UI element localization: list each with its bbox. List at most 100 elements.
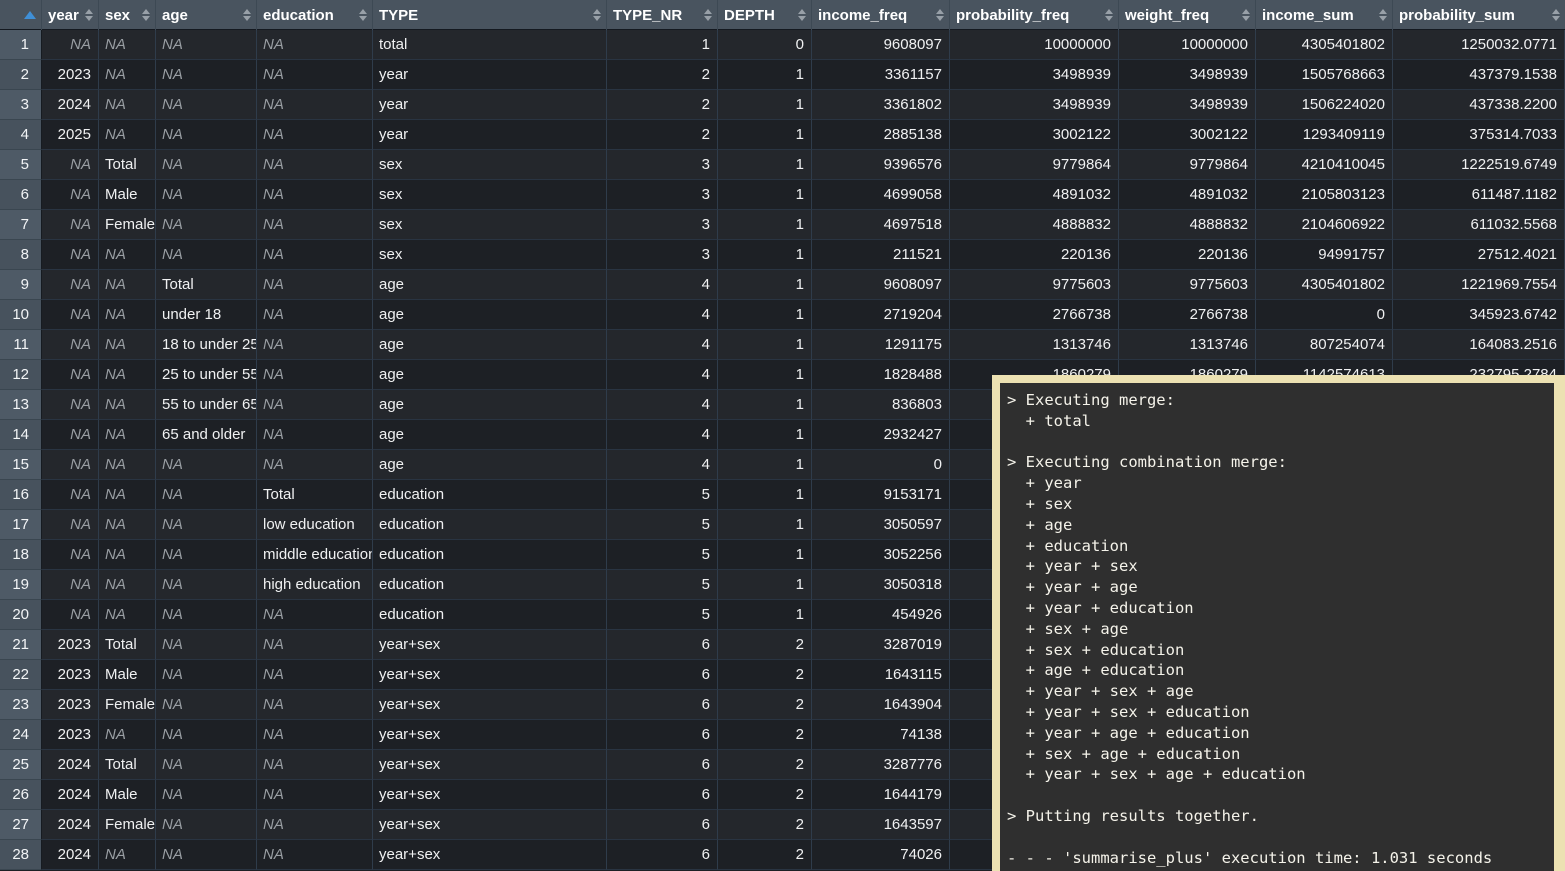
- sort-toggle-icon[interactable]: [85, 9, 93, 21]
- cell-age: NA: [156, 240, 257, 270]
- cell-income_sum: 4305401802: [1256, 30, 1393, 60]
- sort-toggle-icon[interactable]: [593, 9, 601, 21]
- sort-toggle-icon[interactable]: [1105, 9, 1113, 21]
- row-number: 19: [0, 570, 42, 600]
- cell-probability_sum: 437379.1538: [1393, 60, 1565, 90]
- sort-toggle-icon[interactable]: [359, 9, 367, 21]
- row-number: 1: [0, 30, 42, 60]
- row-number: 9: [0, 270, 42, 300]
- cell-year: 2023: [42, 60, 99, 90]
- cell-year: 2023: [42, 630, 99, 660]
- column-header-education[interactable]: education: [257, 0, 373, 30]
- sort-toggle-icon[interactable]: [142, 9, 150, 21]
- sort-down-arrow: [1552, 16, 1560, 21]
- cell-income_freq: 9608097: [812, 270, 950, 300]
- cell-DEPTH: 2: [718, 840, 812, 870]
- row-number: 11: [0, 330, 42, 360]
- cell-TYPE_NR: 4: [607, 390, 718, 420]
- column-header-age[interactable]: age: [156, 0, 257, 30]
- cell-sex: NA: [99, 600, 156, 630]
- cell-education: NA: [257, 630, 373, 660]
- cell-income_freq: 3052256: [812, 540, 950, 570]
- cell-year: 2024: [42, 90, 99, 120]
- cell-weight_freq: 10000000: [1119, 30, 1256, 60]
- cell-DEPTH: 1: [718, 150, 812, 180]
- cell-education: NA: [257, 330, 373, 360]
- cell-sex: Female: [99, 210, 156, 240]
- cell-DEPTH: 2: [718, 660, 812, 690]
- cell-TYPE_NR: 6: [607, 780, 718, 810]
- sort-toggle-icon[interactable]: [243, 9, 251, 21]
- cell-DEPTH: 1: [718, 450, 812, 480]
- column-header-income_sum[interactable]: income_sum: [1256, 0, 1393, 30]
- cell-income_sum: 1506224020: [1256, 90, 1393, 120]
- column-header-TYPE[interactable]: TYPE: [373, 0, 607, 30]
- cell-age: NA: [156, 480, 257, 510]
- cell-year: 2024: [42, 780, 99, 810]
- column-header-label: weight_freq: [1125, 7, 1209, 24]
- cell-income_sum: 94991757: [1256, 240, 1393, 270]
- sort-down-arrow: [85, 16, 93, 21]
- column-header-year[interactable]: year: [42, 0, 99, 30]
- cell-income_sum: 4210410045: [1256, 150, 1393, 180]
- cell-DEPTH: 1: [718, 300, 812, 330]
- sort-toggle-icon[interactable]: [936, 9, 944, 21]
- column-header-TYPE_NR[interactable]: TYPE_NR: [607, 0, 718, 30]
- cell-education: high education: [257, 570, 373, 600]
- column-header-rownum[interactable]: [0, 0, 42, 30]
- cell-TYPE_NR: 5: [607, 510, 718, 540]
- cell-education: NA: [257, 120, 373, 150]
- cell-DEPTH: 1: [718, 420, 812, 450]
- sort-toggle-icon[interactable]: [1552, 9, 1560, 21]
- cell-DEPTH: 1: [718, 540, 812, 570]
- row-number: 3: [0, 90, 42, 120]
- cell-income_sum: 0: [1256, 300, 1393, 330]
- cell-education: NA: [257, 690, 373, 720]
- cell-year: NA: [42, 600, 99, 630]
- sort-toggle-icon[interactable]: [798, 9, 806, 21]
- cell-DEPTH: 1: [718, 90, 812, 120]
- sort-ascending-icon[interactable]: [24, 11, 36, 19]
- table-row: 32024NANANAyear2133618023498939349893915…: [0, 90, 1565, 120]
- cell-education: NA: [257, 30, 373, 60]
- cell-age: NA: [156, 780, 257, 810]
- cell-income_freq: 2932427: [812, 420, 950, 450]
- sort-toggle-icon[interactable]: [704, 9, 712, 21]
- column-header-income_freq[interactable]: income_freq: [812, 0, 950, 30]
- cell-TYPE: year+sex: [373, 720, 607, 750]
- sort-up-arrow: [593, 9, 601, 14]
- cell-TYPE: age: [373, 270, 607, 300]
- table-row: 6NAMaleNANAsex31469905848910324891032210…: [0, 180, 1565, 210]
- cell-DEPTH: 1: [718, 600, 812, 630]
- cell-year: NA: [42, 540, 99, 570]
- column-header-DEPTH[interactable]: DEPTH: [718, 0, 812, 30]
- cell-DEPTH: 1: [718, 330, 812, 360]
- row-number: 15: [0, 450, 42, 480]
- cell-DEPTH: 1: [718, 240, 812, 270]
- cell-DEPTH: 2: [718, 810, 812, 840]
- sort-down-arrow: [142, 16, 150, 21]
- column-header-weight_freq[interactable]: weight_freq: [1119, 0, 1256, 30]
- cell-TYPE: age: [373, 300, 607, 330]
- cell-weight_freq: 3498939: [1119, 60, 1256, 90]
- row-number: 26: [0, 780, 42, 810]
- cell-age: NA: [156, 180, 257, 210]
- column-header-label: probability_freq: [956, 7, 1069, 24]
- cell-TYPE_NR: 2: [607, 90, 718, 120]
- column-header-probability_sum[interactable]: probability_sum: [1393, 0, 1565, 30]
- cell-probability_sum: 164083.2516: [1393, 330, 1565, 360]
- cell-TYPE: year+sex: [373, 750, 607, 780]
- cell-TYPE: age: [373, 450, 607, 480]
- cell-DEPTH: 2: [718, 780, 812, 810]
- cell-education: NA: [257, 60, 373, 90]
- sort-toggle-icon[interactable]: [1242, 9, 1250, 21]
- header-row: yearsexageeducationTYPETYPE_NRDEPTHincom…: [0, 0, 1565, 30]
- cell-year: NA: [42, 270, 99, 300]
- table-row: 11NANA18 to under 25NAage411291175131374…: [0, 330, 1565, 360]
- sort-toggle-icon[interactable]: [1379, 9, 1387, 21]
- cell-TYPE_NR: 5: [607, 570, 718, 600]
- row-number: 20: [0, 600, 42, 630]
- column-header-sex[interactable]: sex: [99, 0, 156, 30]
- cell-probability_sum: 345923.6742: [1393, 300, 1565, 330]
- column-header-probability_freq[interactable]: probability_freq: [950, 0, 1119, 30]
